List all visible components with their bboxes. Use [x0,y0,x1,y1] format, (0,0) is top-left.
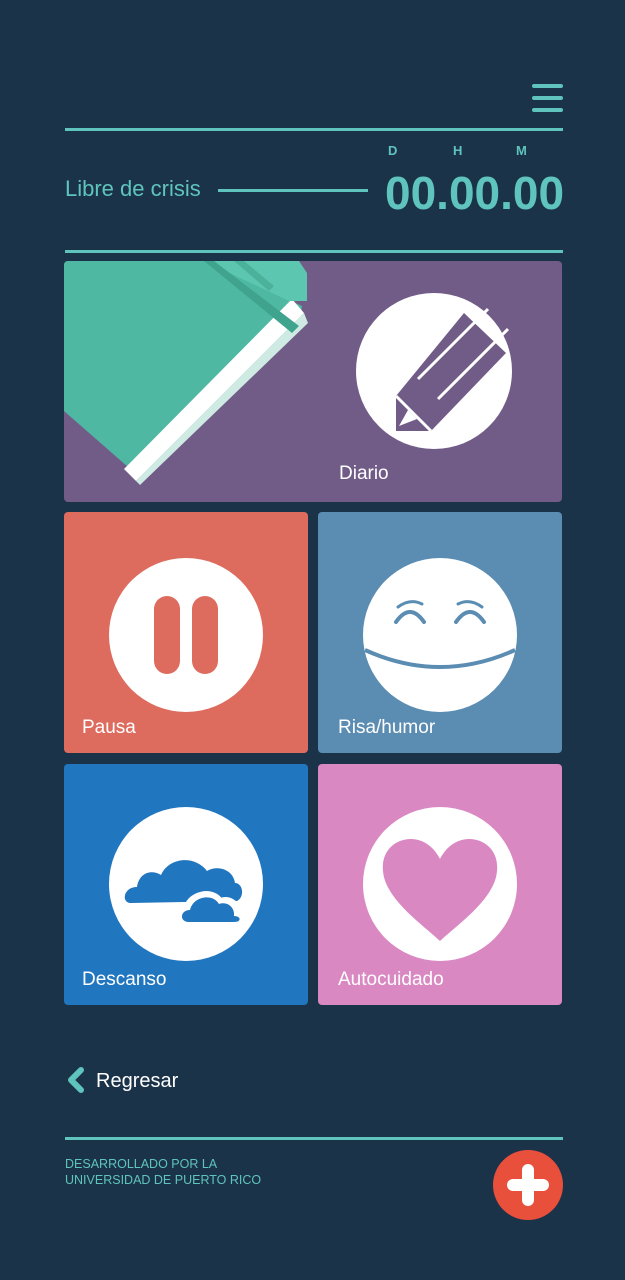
crisis-free-timer: 00.00.00 [385,167,565,219]
chevron-left-icon [68,1067,84,1093]
tile-descanso-label: Descanso [82,969,167,990]
menu-bar [532,108,563,112]
footer-divider [65,1137,563,1140]
developer-credit-line1: DESARROLLADO POR LA [65,1157,218,1171]
emergency-button[interactable] [493,1150,563,1220]
clouds-icon [124,860,248,928]
tile-pausa[interactable]: Pausa [64,512,308,753]
pencil-icon [394,307,510,433]
smiley-face-icon [364,600,516,669]
tile-autocuidado[interactable]: Autocuidado [318,764,562,1005]
diario-icon-circle [356,293,512,449]
tile-diario-label: Diario [339,463,389,484]
tile-autocuidado-label: Autocuidado [338,969,444,990]
tile-descanso[interactable]: Descanso [64,764,308,1005]
tile-risa-humor[interactable]: Risa/humor [318,512,562,753]
hamburger-menu-icon [532,84,563,88]
tile-risa-humor-label: Risa/humor [338,717,436,738]
menu-bar [532,96,563,100]
crisis-label-line [218,189,368,192]
header-divider-bottom [65,250,563,253]
pausa-icon-circle [109,558,263,712]
pause-icon [154,596,218,674]
descanso-icon-circle [109,807,263,961]
autocuidado-icon-circle [363,807,517,961]
back-label: Regresar [96,1070,179,1092]
developer-credit-line2: UNIVERSIDAD DE PUERTO RICO [65,1173,262,1187]
tile-pausa-label: Pausa [82,717,136,738]
crisis-free-label: Libre de crisis [65,176,201,201]
timer-unit-hours: H [453,143,463,158]
risa-icon-circle [363,558,517,712]
heart-icon [382,839,498,941]
notebook-icon [64,261,308,485]
developer-credit: DESARROLLADO POR LA UNIVERSIDAD DE PUERT… [65,1156,261,1188]
timer-unit-minutes: M [516,143,527,158]
tile-diario[interactable]: Diario [64,261,562,502]
timer-unit-days: D [388,143,398,158]
plus-icon [507,1164,549,1206]
hamburger-menu-button[interactable] [532,84,563,112]
header-divider-top [65,128,563,131]
